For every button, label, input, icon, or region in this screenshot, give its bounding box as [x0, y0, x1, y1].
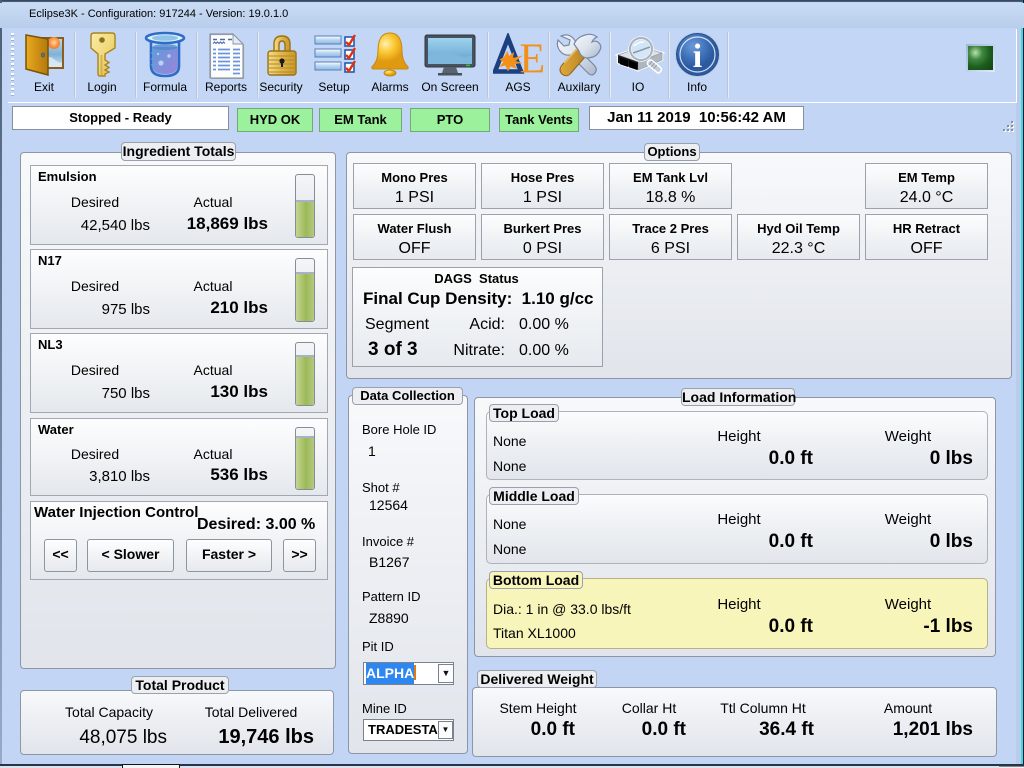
- svg-text:E: E: [520, 37, 546, 78]
- svg-text:i: i: [693, 38, 702, 75]
